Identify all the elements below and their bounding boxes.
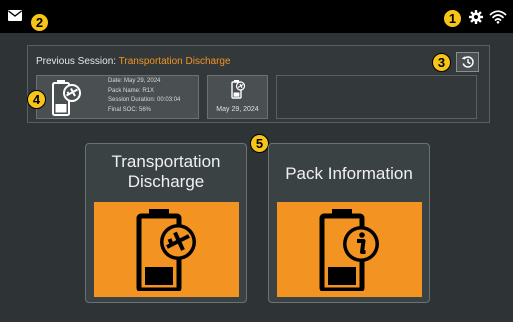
callout-marker-3: 3	[432, 53, 451, 72]
tile-artwork	[277, 202, 422, 297]
session-pack-name: Pack Name: R1X	[108, 87, 155, 94]
session-card-date: May 29, 2024	[216, 106, 259, 113]
tile-title: Transportation Discharge	[86, 152, 246, 192]
session-card-empty	[276, 75, 477, 119]
gear-icon[interactable]	[469, 10, 483, 24]
tile-title-line1: Pack Information	[285, 164, 413, 183]
previous-session-name: Transportation Discharge	[118, 56, 231, 67]
battery-info-icon	[319, 208, 379, 291]
callout-marker-1: 1	[443, 9, 462, 28]
previous-session-title: Previous Session: Transportation Dischar…	[36, 56, 231, 67]
history-button[interactable]	[456, 52, 479, 72]
session-details: Date: May 29, 2024 Pack Name: R1X Sessio…	[108, 77, 180, 115]
wifi-icon[interactable]	[489, 9, 507, 24]
previous-session-panel: Previous Session: Transportation Dischar…	[27, 45, 490, 123]
status-bar	[0, 0, 513, 33]
battery-plane-icon	[136, 208, 196, 291]
history-icon	[461, 56, 474, 68]
session-final-soc: Final SOC: 56%	[108, 106, 152, 113]
transportation-discharge-tile[interactable]: Transportation Discharge	[85, 143, 247, 303]
tile-title-line2: Discharge	[127, 172, 205, 191]
battery-plane-icon	[52, 80, 81, 116]
session-card[interactable]: May 29, 2024	[207, 75, 268, 119]
battery-plane-icon	[231, 80, 245, 99]
previous-session-label: Previous Session:	[36, 56, 119, 67]
pack-information-tile[interactable]: Pack Information	[268, 143, 430, 303]
tile-title: Pack Information	[269, 164, 429, 184]
callout-marker-5: 5	[250, 134, 269, 153]
tile-artwork	[94, 202, 239, 297]
callout-marker-4: 4	[27, 90, 46, 109]
tile-title-line1: Transportation	[111, 152, 221, 171]
session-date: Date: May 29, 2024	[108, 78, 161, 84]
session-card-selected[interactable]: Date: May 29, 2024 Pack Name: R1X Sessio…	[36, 75, 199, 119]
callout-marker-2: 2	[30, 13, 49, 32]
session-duration: Session Duration: 00:03:04	[108, 97, 181, 103]
envelope-icon[interactable]	[8, 10, 22, 21]
